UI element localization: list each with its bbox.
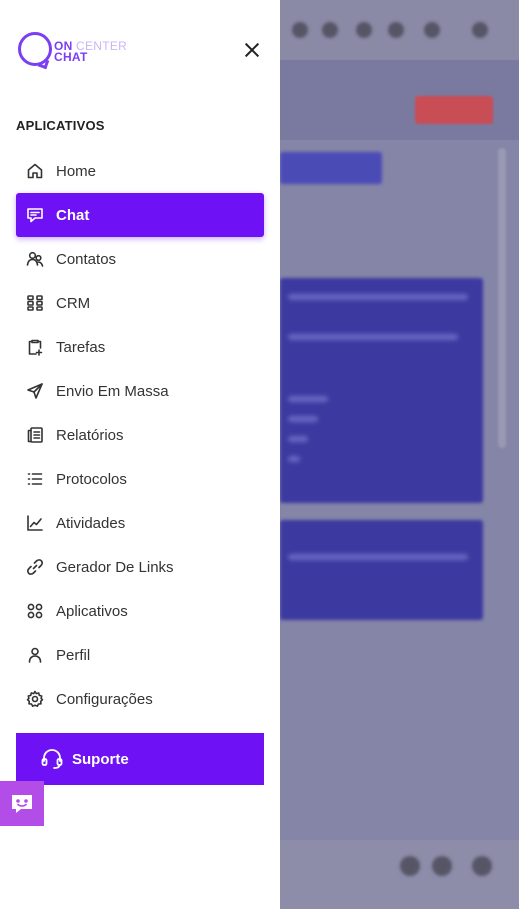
background-line [288,334,458,340]
support-button[interactable]: Suporte [16,733,264,785]
sidebar-menu: Home Chat Contatos CRM Tarefas Envio Em … [16,149,264,721]
sidebar-item-protocolos[interactable]: Protocolos [16,457,264,501]
gear-icon [26,690,44,708]
reports-icon [26,426,44,444]
background-icon [356,22,372,38]
sidebar-item-label: Tarefas [56,338,106,356]
home-icon [26,162,44,180]
sidebar-item-chat[interactable]: Chat [16,193,264,237]
background-bubble [280,278,483,503]
background-topbar [280,0,519,60]
sidebar-item-label: Home [56,162,97,180]
sidebar-item-label: Envio Em Massa [56,382,169,400]
sidebar-item-label: Configurações [56,690,153,708]
background-icon [388,22,404,38]
sidebar-item-home[interactable]: Home [16,149,264,193]
background-icon [400,856,420,876]
sidebar-item-label: Protocolos [56,470,127,488]
sidebar-item-contatos[interactable]: Contatos [16,237,264,281]
close-drawer-button[interactable] [241,39,263,61]
logo-text-chat: CHAT [54,50,88,64]
background-call-button [415,96,493,124]
background-scrollbar [498,148,506,448]
background-bubble [280,152,382,184]
logo-tail [37,57,50,70]
list-icon [26,470,44,488]
background-line [288,396,328,402]
background-line [288,294,468,300]
user-icon [26,646,44,664]
headset-icon [41,749,63,769]
background-line [288,456,300,462]
sidebar-item-relatorios[interactable]: Relatórios [16,413,264,457]
chatbot-icon [12,794,32,813]
sidebar-item-label: Contatos [56,250,117,268]
crm-icon [26,294,44,312]
background-icon [472,22,488,38]
sidebar-item-label: Gerador De Links [56,558,174,576]
link-icon [26,558,44,576]
sidebar-item-configuracoes[interactable]: Configurações [16,677,264,721]
sidebar-item-aplicativos[interactable]: Aplicativos [16,589,264,633]
sidebar-item-label: Chat [56,206,90,224]
activity-chart-icon [26,514,44,532]
sidebar-item-envio-em-massa[interactable]: Envio Em Massa [16,369,264,413]
background-line [288,416,318,422]
background-bubble [280,520,483,620]
navigation-drawer: ON CENTER CHAT APLICATIVOS Home Chat Con… [0,0,280,909]
support-button-label: Suporte [72,750,129,768]
sidebar-item-label: Aplicativos [56,602,128,620]
contacts-icon [26,250,44,268]
sidebar-item-label: CRM [56,294,91,312]
background-icon [322,22,338,38]
sidebar-item-atividades[interactable]: Atividades [16,501,264,545]
tasks-icon [26,338,44,356]
sidebar-item-perfil[interactable]: Perfil [16,633,264,677]
sidebar-item-crm[interactable]: CRM [16,281,264,325]
background-line [288,554,468,560]
background-line [288,436,308,442]
background-icon [292,22,308,38]
background-icon [472,856,492,876]
background-chat-area [280,140,519,840]
section-title: APLICATIVOS [16,118,105,133]
background-icon [424,22,440,38]
background-icon [432,856,452,876]
sidebar-item-gerador-de-links[interactable]: Gerador De Links [16,545,264,589]
send-icon [26,382,44,400]
background-footer [280,840,519,909]
chat-icon [26,206,44,224]
chatbot-launcher-button[interactable] [0,781,44,826]
oncenter-chat-logo: ON CENTER CHAT [18,32,128,70]
sidebar-item-label: Relatórios [56,426,124,444]
sidebar-item-label: Perfil [56,646,91,664]
apps-icon [26,602,44,620]
sidebar-item-tarefas[interactable]: Tarefas [16,325,264,369]
sidebar-item-label: Atividades [56,514,126,532]
